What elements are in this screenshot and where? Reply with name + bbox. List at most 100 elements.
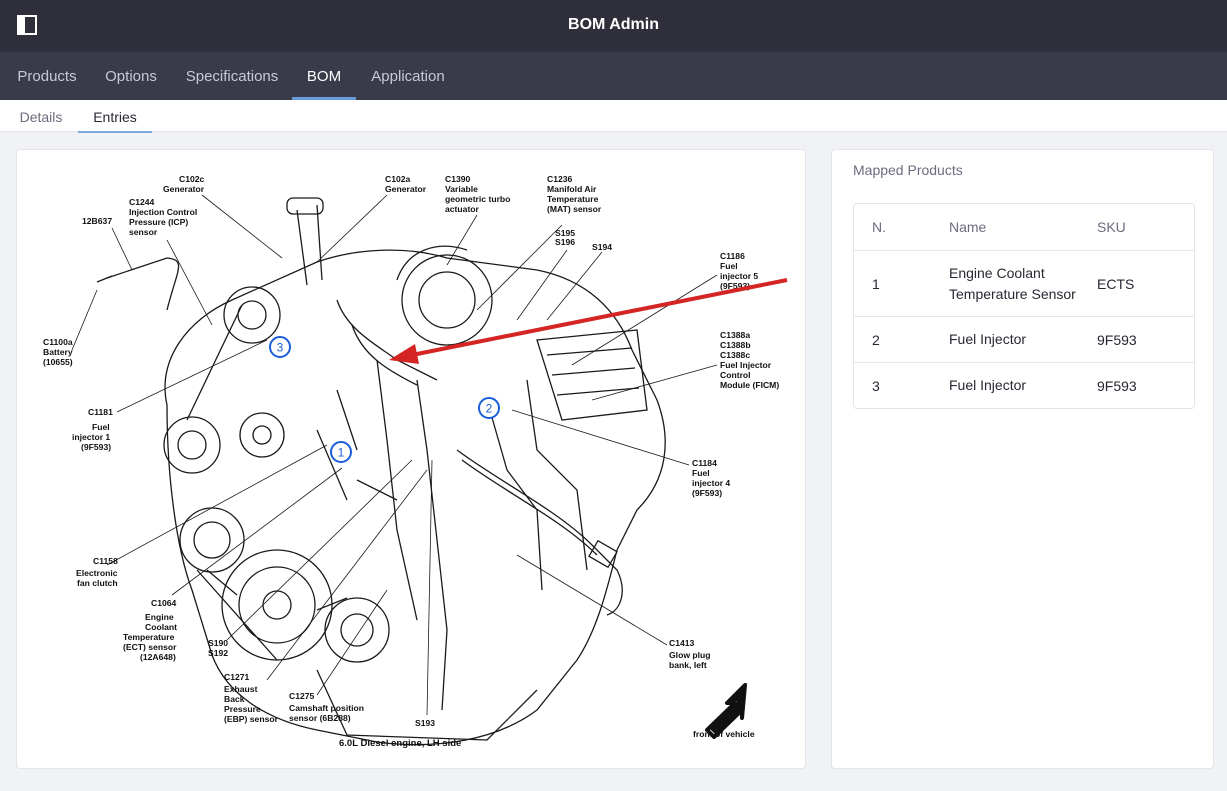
- panel-title: Mapped Products: [853, 162, 963, 178]
- diagram-text: C1388a: [720, 330, 750, 340]
- label-c1184: C1184 Fuel injector 4 (9F593): [692, 458, 730, 498]
- diagram-text: (12A648): [140, 652, 176, 662]
- diagram-text: fan clutch: [77, 578, 118, 588]
- diagram-text: Injection Control: [129, 207, 197, 217]
- diagram-text: C1181: [88, 407, 113, 417]
- diagram-text: S194: [592, 242, 612, 252]
- label-c1275: C1275 Camshaft position sensor (6B288): [289, 691, 364, 723]
- label-c1390: C1390 Variable geometric turbo actuator: [445, 174, 510, 214]
- diagram-text: Variable: [445, 184, 478, 194]
- products-table: N. Name SKU 1 Engine Coolant Temperature…: [853, 203, 1195, 409]
- label-c1181: C1181 Fuel injector 1 (9F593): [72, 407, 113, 452]
- diagram-text: Generator: [385, 184, 427, 194]
- app-title: BOM Admin: [568, 16, 659, 33]
- tab-products[interactable]: Products: [8, 52, 86, 100]
- diagram-text: C1413: [669, 638, 695, 648]
- diagram-text: (EBP) sensor: [224, 714, 279, 724]
- cell-name: Fuel Injector: [949, 331, 1027, 347]
- diagram-text: sensor (6B288): [289, 713, 351, 723]
- diagram-text: Battery: [43, 347, 73, 357]
- table-row[interactable]: 2 Fuel Injector 9F593: [854, 316, 1194, 362]
- diagram-text: Temperature: [547, 194, 599, 204]
- cell-n: 2: [872, 331, 880, 348]
- diagram-text: (9F593): [81, 442, 111, 452]
- label-s194: S194: [592, 242, 612, 252]
- label-c1413: C1413 Glow plug bank, left: [669, 638, 711, 670]
- tab-details[interactable]: Details: [8, 100, 74, 132]
- diagram-caption: 6.0L Diesel engine, LH side: [339, 738, 461, 749]
- cell-n: 1: [872, 275, 880, 292]
- marker-3[interactable]: 3: [269, 336, 291, 358]
- top-bar: BOM Admin: [0, 0, 1227, 52]
- label-c102c: C102c Generator: [163, 174, 205, 194]
- diagram-text: actuator: [445, 204, 480, 214]
- cell-name: Fuel Injector: [949, 377, 1027, 393]
- label-c102a: C102a Generator: [385, 174, 427, 194]
- diagram-text: injector 4: [692, 478, 730, 488]
- diagram-text: 12B637: [82, 216, 112, 226]
- diagram-text: S196: [555, 237, 575, 247]
- label-s190: S190 S192: [208, 638, 228, 658]
- tab-entries[interactable]: Entries: [78, 100, 152, 133]
- diagram-text: S192: [208, 648, 228, 658]
- table-row[interactable]: 1 Engine Coolant Temperature Sensor ECTS: [854, 250, 1194, 316]
- main-nav: Products Options Specifications BOM Appl…: [0, 52, 1227, 100]
- label-c1388: C1388a C1388b C1388c Fuel Injector Control Mo…: [720, 330, 779, 390]
- diagram-text: Generator: [163, 184, 205, 194]
- diagram-text: Fuel: [92, 422, 110, 432]
- diagram-text: geometric turbo: [445, 194, 510, 204]
- label-12b637: 12B637: [82, 216, 112, 226]
- label-c1064: C1064 Engine Coolant Temperature (ECT) senso…: [123, 598, 177, 662]
- diagram-text: Fuel Injector: [720, 360, 772, 370]
- diagram-text: bank, left: [669, 660, 707, 670]
- cell-sku: ECTS: [1097, 275, 1135, 292]
- cell-sku: 9F593: [1097, 377, 1137, 394]
- tab-application[interactable]: Application: [362, 52, 454, 100]
- diagram-text: C1271: [224, 672, 250, 682]
- marker-1[interactable]: 1: [330, 441, 352, 463]
- header-sku: SKU: [1097, 219, 1126, 235]
- marker-3-label: 3: [277, 341, 284, 355]
- diagram-text: Exhaust: [224, 684, 258, 694]
- diagram-text: Control: [720, 370, 751, 380]
- label-s193: S193: [415, 718, 435, 728]
- marker-2-label: 2: [486, 402, 493, 416]
- diagram-text: C1184: [692, 458, 717, 468]
- diagram-text: sensor: [129, 227, 158, 237]
- label-c1100a: C1100a Battery (10655): [43, 337, 73, 367]
- diagram-text: C1158: [93, 556, 118, 566]
- diagram-text: Engine: [145, 612, 174, 622]
- diagram-text: Temperature: [123, 632, 175, 642]
- diagram-text: C1064: [151, 598, 177, 608]
- diagram-text: Pressure: [224, 704, 261, 714]
- diagram-text: C1275: [289, 691, 315, 701]
- header-name: Name: [949, 218, 987, 235]
- cell-name: Engine Coolant Temperature Sensor: [949, 264, 1076, 302]
- label-c1236: C1236 Manifold Air Temperature (MAT) sensor: [547, 174, 602, 214]
- cell-n: 3: [872, 377, 880, 394]
- diagram-text: injector 1: [72, 432, 110, 442]
- table-row[interactable]: 3 Fuel Injector 9F593: [854, 362, 1194, 408]
- label-c1244: C1244 Injection Control Pressure (ICP) sens…: [129, 197, 197, 237]
- diagram-text: (ECT) sensor: [123, 642, 177, 652]
- diagram-text: Fuel: [720, 261, 738, 271]
- diagram-text: Pressure (ICP): [129, 217, 188, 227]
- mapped-products-panel: Mapped Products N. Name SKU 1 Engine Coo…: [831, 149, 1214, 769]
- header-n: N.: [872, 219, 886, 235]
- table-header: N. Name SKU: [854, 204, 1194, 250]
- diagram-text: injector 5: [720, 271, 758, 281]
- tab-options[interactable]: Options: [96, 52, 166, 100]
- label-c1158: C1158 Electronic fan clutch: [76, 556, 118, 588]
- marker-2[interactable]: 2: [478, 397, 500, 419]
- tab-specifications[interactable]: Specifications: [176, 52, 288, 100]
- marker-1-label: 1: [338, 446, 345, 460]
- tab-bom[interactable]: BOM: [292, 52, 356, 100]
- diagram-text: Glow plug: [669, 650, 711, 660]
- diagram-text: C102c: [179, 174, 205, 184]
- diagram-text: Manifold Air: [547, 184, 597, 194]
- diagram-text: (MAT) sensor: [547, 204, 602, 214]
- diagram-text: C1100a: [43, 337, 73, 347]
- diagram-text: Back: [224, 694, 245, 704]
- diagram-text: C1236: [547, 174, 573, 184]
- diagram-text: Coolant: [145, 622, 177, 632]
